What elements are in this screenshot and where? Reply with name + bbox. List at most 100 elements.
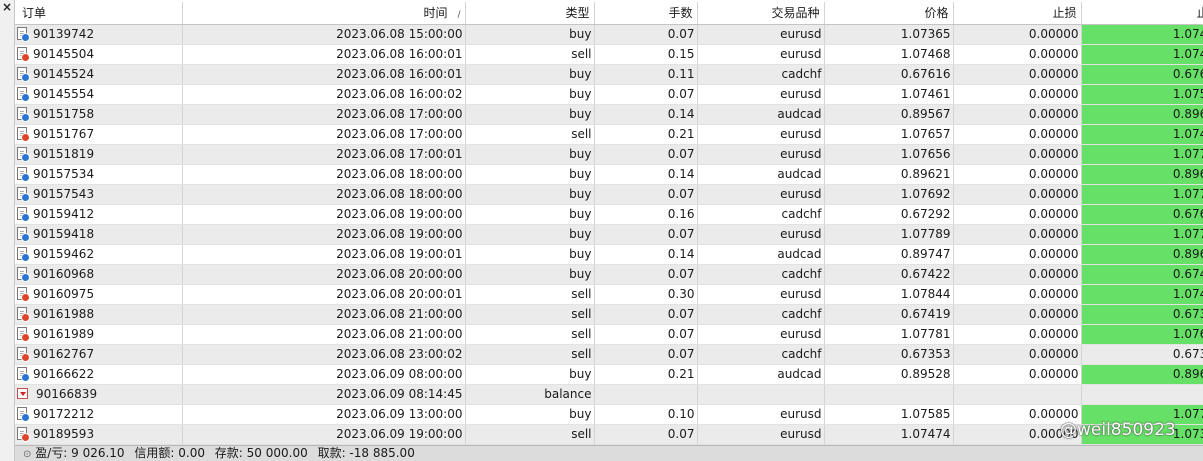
cell-time-text: 2023.06.08 17:00:00 — [336, 107, 463, 121]
cell-volume-text: 0.16 — [667, 207, 695, 221]
cell-price-text: 0.89621 — [900, 167, 951, 181]
cell-time-text: 2023.06.08 19:00:00 — [336, 207, 463, 221]
cell-symbol: cadchf — [697, 204, 825, 225]
cell-stop-loss: 0.00000 — [953, 304, 1082, 325]
cell-volume-text: 0.07 — [667, 187, 695, 201]
cell-volume-text: 0.07 — [667, 307, 695, 321]
account-summary-bar: ⊙ 盈/亏: 9 026.10 信用额: 0.00 存款: 50 000.00 … — [15, 445, 1203, 461]
cell-time-text: 2023.06.08 18:00:00 — [336, 187, 463, 201]
buy-order-icon — [17, 227, 30, 242]
column-header-stop-loss[interactable]: 止损 — [953, 2, 1082, 25]
cell-price-text: 1.07781 — [900, 327, 951, 341]
cell-symbol-text: eurusd — [780, 47, 822, 61]
table-row[interactable]: 90145524 2023.06.08 16:00:01 buy 0.11 cadchf… — [15, 64, 1203, 85]
table-row[interactable]: 90151758 2023.06.08 17:00:00 buy 0.14 audcad… — [15, 104, 1203, 125]
table-row[interactable]: 90189593 2023.06.09 19:00:00 sell 0.07 eurus… — [15, 424, 1203, 445]
cell-price: 0.67292 — [824, 204, 954, 225]
cell-type-text: buy — [569, 67, 592, 81]
buy-dot-icon — [21, 213, 30, 222]
cell-stop-loss-text: 0.00000 — [1028, 267, 1079, 281]
column-header-symbol[interactable]: 交易品种 — [697, 2, 825, 25]
cell-time-text: 2023.06.08 23:00:02 — [336, 347, 463, 361]
cell-volume: 0.07 — [594, 324, 698, 345]
column-header-order[interactable]: 订单 — [15, 2, 183, 25]
table-row[interactable]: 90159462 2023.06.08 19:00:01 buy 0.14 audcad… — [15, 244, 1203, 265]
table-row[interactable]: 90161989 2023.06.08 21:00:00 sell 0.07 eurus… — [15, 324, 1203, 345]
cell-symbol: eurusd — [697, 44, 825, 65]
cell-order-text: 90145554 — [33, 87, 95, 101]
cell-symbol-text: eurusd — [780, 427, 822, 441]
buy-dot-icon — [21, 413, 30, 422]
cell-stop-loss-text: 0.00000 — [1028, 167, 1079, 181]
column-header-price[interactable]: 价格 — [824, 2, 954, 25]
cell-take-profit-text: 0.67474 — [1172, 267, 1203, 281]
table-row[interactable]: 90166622 2023.06.09 08:00:00 buy 0.21 audcad… — [15, 364, 1203, 385]
cell-stop-loss: 0.00000 — [953, 224, 1082, 245]
cell-take-profit-text: 0.67626 — [1172, 207, 1203, 221]
cell-symbol-text: eurusd — [780, 27, 822, 41]
cell-time-text: 2023.06.08 19:00:01 — [336, 247, 463, 261]
cell-volume-text: 0.07 — [667, 267, 695, 281]
cell-order-text: 90162767 — [33, 347, 95, 361]
cell-take-profit-text: 0.89671 — [1172, 247, 1203, 261]
column-header-type[interactable]: 类型 — [465, 2, 595, 25]
cell-time-text: 2023.06.08 16:00:02 — [336, 87, 463, 101]
cell-order: 90162767 — [15, 344, 183, 365]
table-row[interactable]: 90145504 2023.06.08 16:00:01 sell 0.15 eurus… — [15, 44, 1203, 65]
column-header-volume[interactable]: 手数 — [594, 2, 698, 25]
cell-time: 2023.06.09 13:00:00 — [182, 404, 466, 425]
cell-time: 2023.06.08 17:00:01 — [182, 144, 466, 165]
cell-stop-loss-text: 0.00000 — [1028, 67, 1079, 81]
cell-volume-text: 0.07 — [667, 227, 695, 241]
table-row[interactable]: 90159418 2023.06.08 19:00:00 buy 0.07 eurusd… — [15, 224, 1203, 245]
cell-type-text: buy — [569, 87, 592, 101]
sell-dot-icon — [21, 293, 30, 302]
cell-symbol: eurusd — [697, 404, 825, 425]
table-row[interactable]: 90151767 2023.06.08 17:00:00 sell 0.21 eurus… — [15, 124, 1203, 145]
cell-order: 90160975 — [15, 284, 183, 305]
cell-volume-text: 0.07 — [667, 87, 695, 101]
cell-symbol-text: eurusd — [780, 147, 822, 161]
cell-order: 90151767 — [15, 124, 183, 145]
cell-time-text: 2023.06.08 17:00:00 — [336, 127, 463, 141]
table-row[interactable]: 90166839 2023.06.09 08:14:45 balance — [15, 384, 1203, 405]
table-row[interactable]: 90151819 2023.06.08 17:00:01 buy 0.07 eurusd… — [15, 144, 1203, 165]
cell-stop-loss-text: 0.00000 — [1028, 227, 1079, 241]
cell-symbol-text: audcad — [777, 167, 822, 181]
cell-volume: 0.10 — [594, 404, 698, 425]
cell-price-text: 0.67422 — [900, 267, 951, 281]
buy-dot-icon — [21, 253, 30, 262]
cell-take-profit: 1.07561 — [1081, 84, 1203, 105]
cell-time-text: 2023.06.09 19:00:00 — [336, 427, 463, 441]
cell-symbol-text: eurusd — [780, 127, 822, 141]
table-row[interactable]: 90157534 2023.06.08 18:00:00 buy 0.14 audcad… — [15, 164, 1203, 185]
column-header-take-profit[interactable]: 止盈 — [1081, 2, 1203, 25]
table-row[interactable]: 90145554 2023.06.08 16:00:02 buy 0.07 eurusd… — [15, 84, 1203, 105]
cell-take-profit: 1.07769 — [1081, 224, 1203, 245]
cell-type: sell — [465, 284, 595, 305]
sell-order-icon — [17, 47, 30, 62]
cell-volume: 0.07 — [594, 424, 698, 445]
withdrawal-value: 取款: -18 885.00 — [317, 446, 415, 460]
buy-order-icon — [17, 147, 30, 162]
table-row[interactable]: 90157543 2023.06.08 18:00:00 buy 0.07 eurusd… — [15, 184, 1203, 205]
cell-symbol: eurusd — [697, 144, 825, 165]
buy-dot-icon — [21, 33, 30, 42]
cell-stop-loss: 0.00000 — [953, 264, 1082, 285]
cell-price: 0.89747 — [824, 244, 954, 265]
cell-time-text: 2023.06.09 08:00:00 — [336, 367, 463, 381]
table-row[interactable]: 90160975 2023.06.08 20:00:01 sell 0.30 eurus… — [15, 284, 1203, 305]
table-row[interactable]: 90139742 2023.06.08 15:00:00 buy 0.07 eurusd… — [15, 24, 1203, 45]
cell-symbol: eurusd — [697, 284, 825, 305]
table-row[interactable]: 90159412 2023.06.08 19:00:00 buy 0.16 cadchf… — [15, 204, 1203, 225]
cell-price: 0.89621 — [824, 164, 954, 185]
table-row[interactable]: 90161988 2023.06.08 21:00:00 sell 0.07 cadch… — [15, 304, 1203, 325]
cell-type-text: buy — [569, 27, 592, 41]
table-row[interactable]: 90162767 2023.06.08 23:00:02 sell 0.07 cadch… — [15, 344, 1203, 365]
table-row[interactable]: 90172212 2023.06.09 13:00:00 buy 0.10 eurusd… — [15, 404, 1203, 425]
table-row[interactable]: 90160968 2023.06.08 20:00:00 buy 0.07 cadchf… — [15, 264, 1203, 285]
cell-stop-loss-text: 0.00000 — [1028, 87, 1079, 101]
cell-symbol: eurusd — [697, 24, 825, 45]
column-header-time[interactable]: 时间 / — [182, 2, 466, 25]
close-icon[interactable]: × — [2, 0, 12, 14]
